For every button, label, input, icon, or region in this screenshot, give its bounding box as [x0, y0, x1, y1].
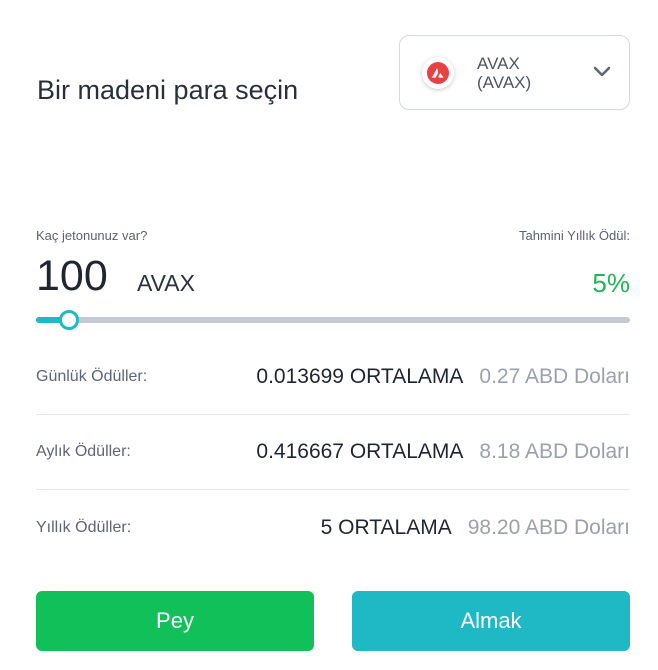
- holdings-label: Kaç jetonunuz var?: [36, 228, 148, 243]
- reward-usd-value: 98.20 ABD Doları: [467, 515, 630, 539]
- buy-button[interactable]: Pey: [36, 591, 314, 651]
- holdings-slider[interactable]: [36, 310, 630, 330]
- reward-coin-value: 5 ORTALAMA: [320, 515, 452, 539]
- reward-usd-value: 8.18 ABD Doları: [479, 440, 630, 463]
- rewards-row-yearly: Yıllık Ödüller: 5 ORTALAMA 98.20 ABD Dol…: [36, 490, 630, 565]
- coin-select-label: AVAX (AVAX): [477, 54, 531, 92]
- coin-name: AVAX: [477, 53, 520, 73]
- staking-calculator: Bir madeni para seçin AVAX (AVAX) Kaç je…: [0, 0, 658, 670]
- sell-button[interactable]: Almak: [352, 591, 630, 651]
- page-title: Bir madeni para seçin: [37, 75, 299, 105]
- holdings-amount[interactable]: 100: [36, 252, 108, 301]
- estimated-reward-label: Tahmini Yıllık Ödül:: [518, 228, 630, 243]
- holdings-unit: AVAX: [137, 270, 195, 296]
- coin-ticker: (AVAX): [477, 72, 532, 92]
- reward-coin-value: 0.416667 ORTALAMA: [256, 440, 464, 463]
- reward-label: Aylık Ödüller:: [36, 443, 131, 460]
- reward-label: Yıllık Ödüller:: [36, 518, 132, 536]
- reward-coin-value: 0.013699 ORTALAMA: [256, 365, 464, 388]
- avalanche-logo-icon: [422, 56, 454, 89]
- rewards-row-monthly: Aylık Ödüller: 0.416667 ORTALAMA 8.18 AB…: [36, 415, 630, 490]
- slider-thumb[interactable]: [58, 310, 79, 330]
- coin-select-dropdown[interactable]: AVAX (AVAX): [399, 35, 630, 110]
- slider-track: [36, 317, 630, 323]
- reward-label: Günlük Ödüller:: [36, 368, 148, 385]
- rewards-row-daily: Günlük Ödüller: 0.013699 ORTALAMA 0.27 A…: [36, 340, 630, 415]
- chevron-down-icon: [593, 66, 611, 77]
- reward-usd-value: 0.27 ABD Doları: [479, 365, 630, 388]
- estimated-reward-value: 5%: [592, 268, 630, 298]
